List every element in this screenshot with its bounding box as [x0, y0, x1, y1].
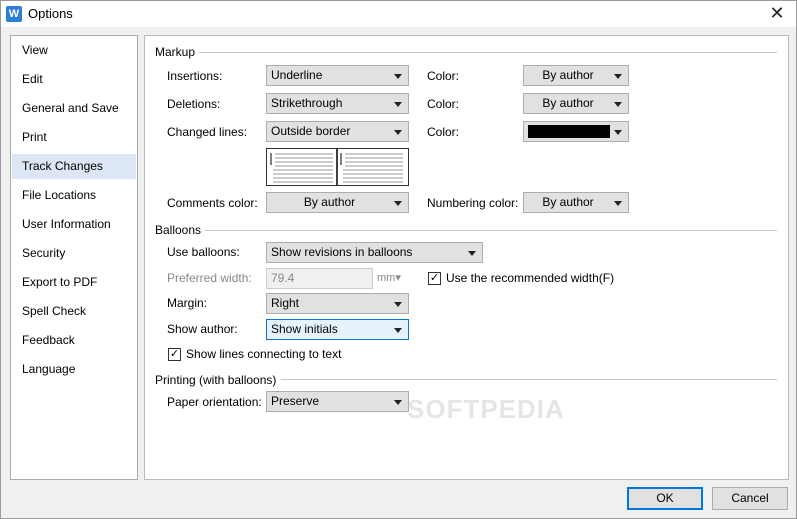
insertions-label: Insertions: [167, 69, 223, 83]
show-lines-label[interactable]: Show lines connecting to text [186, 344, 341, 364]
insertions-select[interactable]: Underline [266, 65, 409, 86]
balloons-separator [205, 230, 777, 231]
window-title: Options [28, 6, 73, 21]
chevron-down-icon [394, 102, 402, 107]
changed-lines-label: Changed lines: [167, 125, 248, 139]
margin-label: Margin: [167, 296, 208, 310]
chevron-down-icon [614, 74, 622, 79]
preferred-width-input[interactable]: 79.4 [266, 268, 373, 289]
deletions-label: Deletions: [167, 97, 221, 111]
sidebar-item-general-and-save[interactable]: General and Save [12, 96, 136, 121]
printing-section-title: Printing (with balloons) [155, 373, 277, 387]
deletions-color-select[interactable]: By author [523, 93, 629, 114]
chevron-down-icon [394, 328, 402, 333]
insertions-color-label: Color: [427, 69, 460, 83]
chevron-down-icon [394, 130, 402, 135]
chevron-down-icon [394, 74, 402, 79]
changed-lines-preview [266, 148, 409, 186]
sidebar-item-security[interactable]: Security [12, 241, 136, 266]
options-sidebar: View Edit General and Save Print Track C… [10, 35, 138, 480]
sidebar-item-track-changes[interactable]: Track Changes [12, 154, 136, 179]
watermark: SOFTPEDIA [407, 394, 565, 424]
sidebar-item-language[interactable]: Language [12, 357, 136, 382]
changed-lines-select-value: Outside border [271, 124, 351, 138]
insertions-select-value: Underline [271, 68, 323, 82]
numbering-color-label: Numbering color: [427, 196, 519, 210]
preferred-width-label: Preferred width: [167, 271, 252, 285]
show-author-value: Show initials [271, 322, 338, 336]
track-changes-panel: Markup Insertions: Underline Color: By a… [144, 35, 789, 480]
markup-section-title: Markup [155, 45, 196, 59]
numbering-color-select[interactable]: By author [523, 192, 629, 213]
sidebar-item-spell-check[interactable]: Spell Check [12, 299, 136, 324]
show-lines-checkbox[interactable]: ✓ [168, 348, 181, 361]
deletions-select[interactable]: Strikethrough [266, 93, 409, 114]
sidebar-item-feedback[interactable]: Feedback [12, 328, 136, 353]
paper-orientation-select[interactable]: Preserve [266, 391, 409, 412]
deletions-color-value: By author [542, 96, 594, 110]
color-swatch [528, 125, 610, 138]
chevron-down-icon [394, 201, 402, 206]
balloons-section-title: Balloons [155, 223, 202, 237]
use-balloons-label: Use balloons: [167, 245, 240, 259]
show-author-label: Show author: [167, 322, 238, 336]
changed-lines-select[interactable]: Outside border [266, 121, 409, 142]
options-dialog: W Options ✕ View Edit General and Save P… [0, 0, 797, 519]
sidebar-item-file-locations[interactable]: File Locations [12, 183, 136, 208]
cancel-button[interactable]: Cancel [712, 487, 788, 510]
comments-color-value: By author [303, 195, 356, 209]
changed-lines-color-label: Color: [427, 125, 460, 139]
wps-app-icon: W [6, 6, 22, 22]
chevron-down-icon [468, 251, 476, 256]
insertions-color-value: By author [542, 68, 594, 82]
sidebar-item-user-information[interactable]: User Information [12, 212, 136, 237]
ok-button[interactable]: OK [627, 487, 703, 510]
preferred-width-unit[interactable]: mm▾ [377, 268, 401, 288]
recommended-width-label[interactable]: Use the recommended width(F) [446, 268, 614, 288]
preview-lines-graphic [270, 149, 403, 185]
comments-color-select[interactable]: By author [266, 192, 409, 213]
close-icon[interactable]: ✕ [766, 3, 788, 25]
paper-orientation-value: Preserve [271, 394, 320, 408]
deletions-select-value: Strikethrough [271, 96, 343, 110]
show-author-select[interactable]: Show initials [266, 319, 409, 340]
changed-lines-color-select[interactable] [523, 121, 629, 142]
use-balloons-value: Show revisions in balloons [271, 245, 413, 259]
sidebar-item-export-to-pdf[interactable]: Export to PDF [12, 270, 136, 295]
sidebar-item-view[interactable]: View [12, 38, 136, 63]
chevron-down-icon [614, 130, 622, 135]
sidebar-item-edit[interactable]: Edit [12, 67, 136, 92]
deletions-color-label: Color: [427, 97, 460, 111]
chevron-down-icon [614, 102, 622, 107]
unit-label: mm [377, 272, 396, 284]
chevron-down-icon [394, 302, 402, 307]
markup-separator [199, 52, 777, 53]
title-bar: W Options ✕ [1, 1, 796, 27]
comments-color-label: Comments color: [167, 196, 258, 210]
sidebar-item-print[interactable]: Print [12, 125, 136, 150]
paper-orientation-label: Paper orientation: [167, 395, 262, 409]
margin-select[interactable]: Right [266, 293, 409, 314]
recommended-width-checkbox[interactable]: ✓ [428, 272, 441, 285]
printing-separator [281, 379, 777, 380]
chevron-down-icon [394, 400, 402, 405]
numbering-color-value: By author [542, 195, 594, 209]
margin-value: Right [271, 296, 300, 310]
use-balloons-select[interactable]: Show revisions in balloons [266, 242, 483, 263]
insertions-color-select[interactable]: By author [523, 65, 629, 86]
chevron-down-icon [614, 201, 622, 206]
